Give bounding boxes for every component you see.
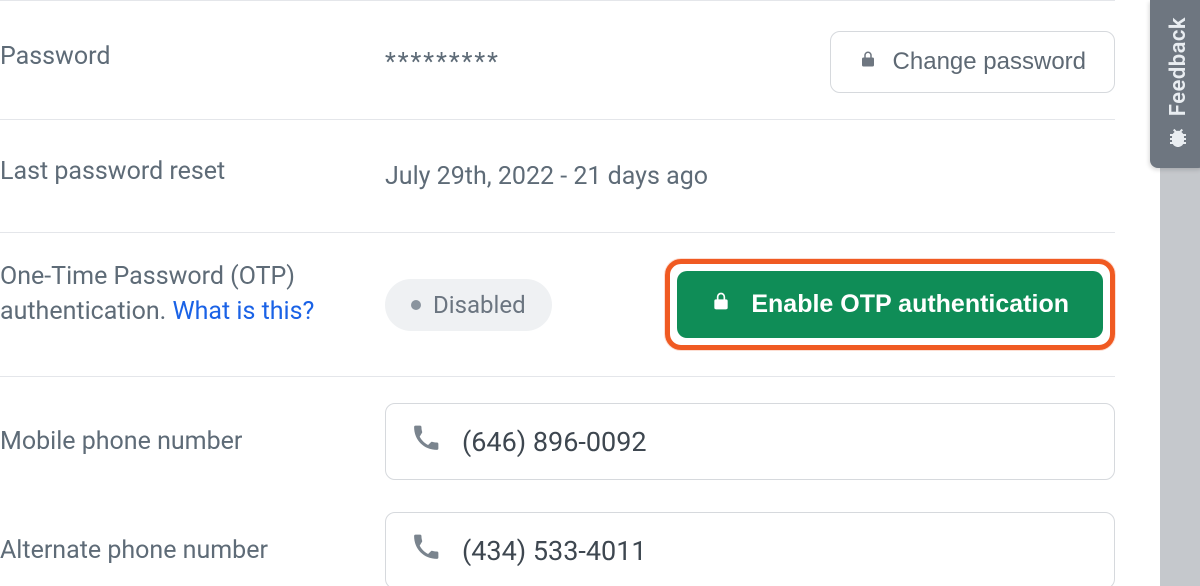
change-password-button[interactable]: Change password [830,31,1115,93]
otp-status-text: Disabled [433,291,526,319]
row-mobile-phone: Mobile phone number (646) 896-0092 [0,377,1115,506]
feedback-tab[interactable]: Feedback [1150,0,1200,168]
status-dot-icon [411,300,421,310]
password-label: Password [0,31,385,74]
alternate-phone-label: Alternate phone number [0,533,385,568]
phone-icon [412,424,440,459]
bug-icon [1166,126,1190,154]
mobile-phone-value: (646) 896-0092 [462,426,647,458]
change-password-label: Change password [893,48,1086,76]
row-password: Password ********* Change password [0,5,1115,120]
highlight-ring: Enable OTP authentication [665,259,1115,350]
row-alternate-phone: Alternate phone number (434) 533-4011 [0,506,1115,586]
lock-icon [711,289,731,320]
mobile-phone-label: Mobile phone number [0,424,385,459]
enable-otp-button[interactable]: Enable OTP authentication [677,271,1103,338]
enable-otp-label: Enable OTP authentication [751,290,1069,319]
phone-icon [412,533,440,568]
row-otp: One-Time Password (OTP) authentication. … [0,233,1115,377]
row-last-reset: Last password reset July 29th, 2022 - 21… [0,120,1115,233]
mobile-phone-input[interactable]: (646) 896-0092 [385,403,1115,480]
password-mask: ********* [385,48,500,77]
otp-status-badge: Disabled [385,279,552,331]
feedback-label: Feedback [1166,17,1191,116]
divider-top [0,0,1115,1]
last-reset-label: Last password reset [0,146,385,189]
lock-icon [859,48,877,76]
last-reset-value: July 29th, 2022 - 21 days ago [385,162,708,191]
alternate-phone-input[interactable]: (434) 533-4011 [385,512,1115,586]
otp-what-is-this-link[interactable]: What is this? [172,297,314,326]
alternate-phone-value: (434) 533-4011 [462,535,647,567]
